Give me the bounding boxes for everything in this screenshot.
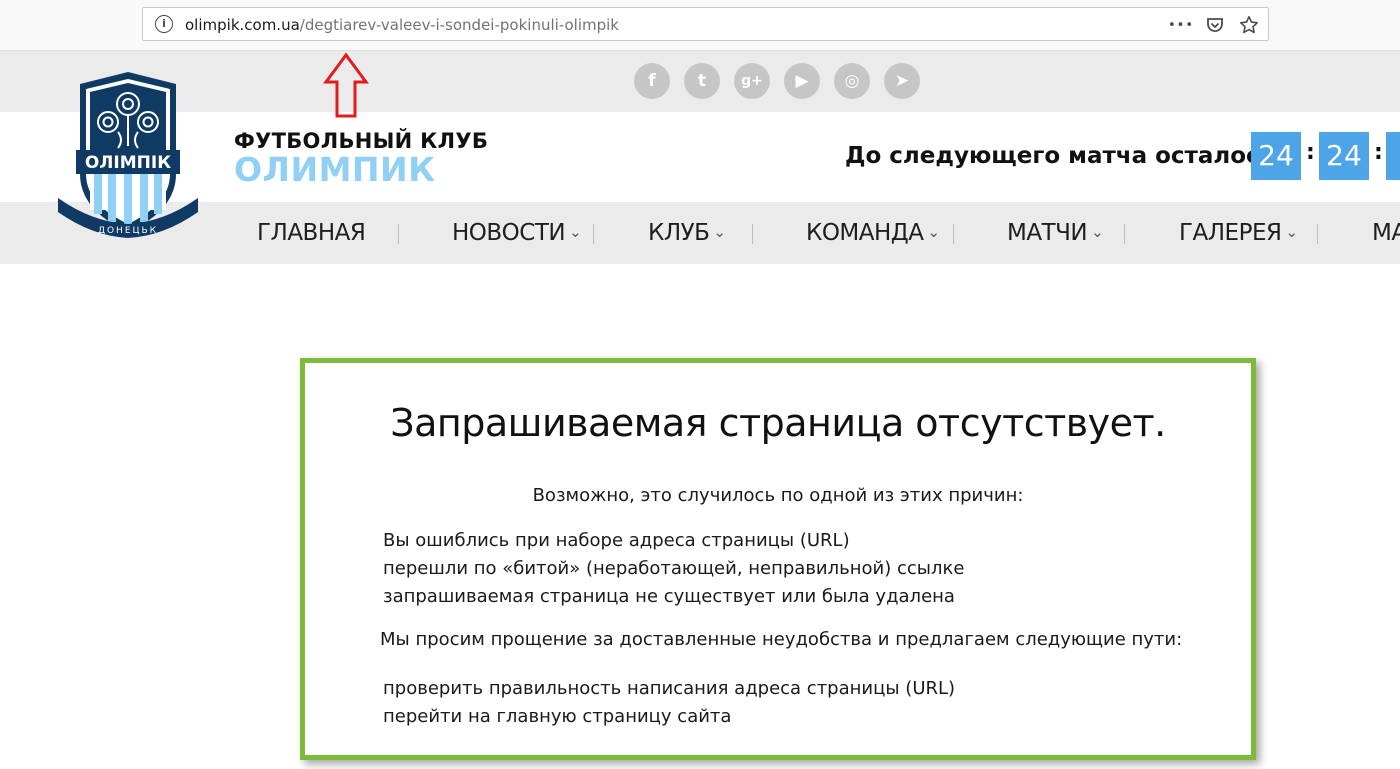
chevron-down-icon: ⌄ <box>1091 223 1104 241</box>
facebook-icon[interactable]: f <box>634 63 670 99</box>
chevron-down-icon: ⌄ <box>713 223 726 241</box>
nav-item-club[interactable]: КЛУБ ⌄ <box>648 220 726 246</box>
nav-divider <box>398 224 399 244</box>
error-panel: Запрашиваемая страница отсутствует. Возм… <box>300 358 1256 760</box>
crest-ribbon-text: ДОНЕЦЬК <box>98 226 158 236</box>
url-path: /degtiarev-valeev-i-sondei-pokinuli-olim… <box>299 16 619 34</box>
list-item: перешли по «битой» (неработающей, неправ… <box>383 558 965 579</box>
crest-text: ОЛІМПІК <box>85 153 171 173</box>
google-plus-icon[interactable]: g+ <box>734 63 770 99</box>
crest-icon: ОЛІМПІК ДОНЕЦЬК <box>58 72 198 238</box>
nav-label: МАТЧИ <box>1007 220 1088 246</box>
brand-header: ФУТБОЛЬНЫЙ КЛУБ ОЛИМПИК До следующего ма… <box>0 112 1400 202</box>
nav-label: НОВОСТИ <box>452 220 566 246</box>
chevron-down-icon: ⌄ <box>927 223 941 241</box>
chevron-down-icon: ⌄ <box>569 223 582 241</box>
error-reasons: Вы ошиблись при наборе адреса страницы (… <box>383 527 964 611</box>
countdown-label: До следующего матча осталось <box>845 143 1275 169</box>
countdown-value: 24 <box>1251 132 1301 180</box>
info-icon[interactable]: i <box>155 15 173 33</box>
error-options: проверить правильность написания адреса … <box>383 675 955 731</box>
countdown-value: 24 <box>1319 132 1369 180</box>
instagram-icon[interactable]: ◎ <box>834 63 870 99</box>
list-item[interactable]: проверить правильность написания адреса … <box>383 675 955 703</box>
countdown-separator: : <box>1306 140 1315 165</box>
nav-label: МА <box>1372 220 1400 246</box>
countdown-value-partial <box>1386 132 1400 180</box>
address-bar[interactable]: i olimpik.com.ua/degtiarev-valeev-i-sond… <box>142 7 1269 41</box>
browser-toolbar: i olimpik.com.ua/degtiarev-valeev-i-sond… <box>0 0 1400 51</box>
annotation-arrow-icon <box>323 52 369 118</box>
social-bar: f t g+ ▶ ◎ ➤ <box>0 51 1400 112</box>
error-subtitle: Возможно, это случилось по одной из этих… <box>532 485 1024 506</box>
error-title: Запрашиваемая страница отсутствует. <box>390 401 1166 445</box>
nav-item-team[interactable]: КОМАНДА ⌄ <box>806 220 940 246</box>
list-item[interactable]: перейти на главную страницу сайта <box>383 703 955 731</box>
list-item: запрашиваемая страница не существует или… <box>383 586 955 607</box>
more-icon[interactable]: ••• <box>1168 14 1193 36</box>
chevron-down-icon: ⌄ <box>1285 223 1298 241</box>
nav-label: ГЛАВНАЯ <box>257 220 366 246</box>
nav-divider <box>953 224 954 244</box>
pocket-icon[interactable] <box>1204 14 1226 36</box>
url-text[interactable]: olimpik.com.ua/degtiarev-valeev-i-sondei… <box>185 16 619 34</box>
youtube-icon[interactable]: ▶ <box>784 63 820 99</box>
countdown-separator: : <box>1374 140 1383 165</box>
bookmark-star-icon[interactable] <box>1238 14 1260 36</box>
club-logo[interactable]: ОЛІМПІК ДОНЕЦЬК <box>52 70 204 242</box>
error-apology: Мы просим прощение за доставленные неудо… <box>380 629 1183 650</box>
telegram-icon[interactable]: ➤ <box>884 63 920 99</box>
nav-item-partial[interactable]: МА <box>1372 220 1400 246</box>
main-nav: ГЛАВНАЯ НОВОСТИ ⌄ КЛУБ ⌄ КОМАНДА ⌄ МАТЧИ ⌄ Г… <box>0 202 1400 264</box>
nav-item-home[interactable]: ГЛАВНАЯ <box>257 220 366 246</box>
nav-label: КЛУБ <box>648 220 710 246</box>
list-item: Вы ошиблись при наборе адреса страницы (… <box>383 530 850 551</box>
nav-item-news[interactable]: НОВОСТИ ⌄ <box>452 220 582 246</box>
twitter-icon[interactable]: t <box>684 63 720 99</box>
nav-divider <box>752 224 753 244</box>
nav-label: ГАЛЕРЕЯ <box>1179 220 1282 246</box>
nav-item-gallery[interactable]: ГАЛЕРЕЯ ⌄ <box>1179 220 1298 246</box>
nav-divider <box>593 224 594 244</box>
brand-title[interactable]: ОЛИМПИК <box>234 150 436 189</box>
url-domain: olimpik.com.ua <box>185 16 300 34</box>
nav-divider <box>1317 224 1318 244</box>
nav-divider <box>1124 224 1125 244</box>
nav-item-matches[interactable]: МАТЧИ ⌄ <box>1007 220 1104 246</box>
nav-label: КОМАНДА <box>806 220 924 246</box>
social-links: f t g+ ▶ ◎ ➤ <box>634 63 920 99</box>
